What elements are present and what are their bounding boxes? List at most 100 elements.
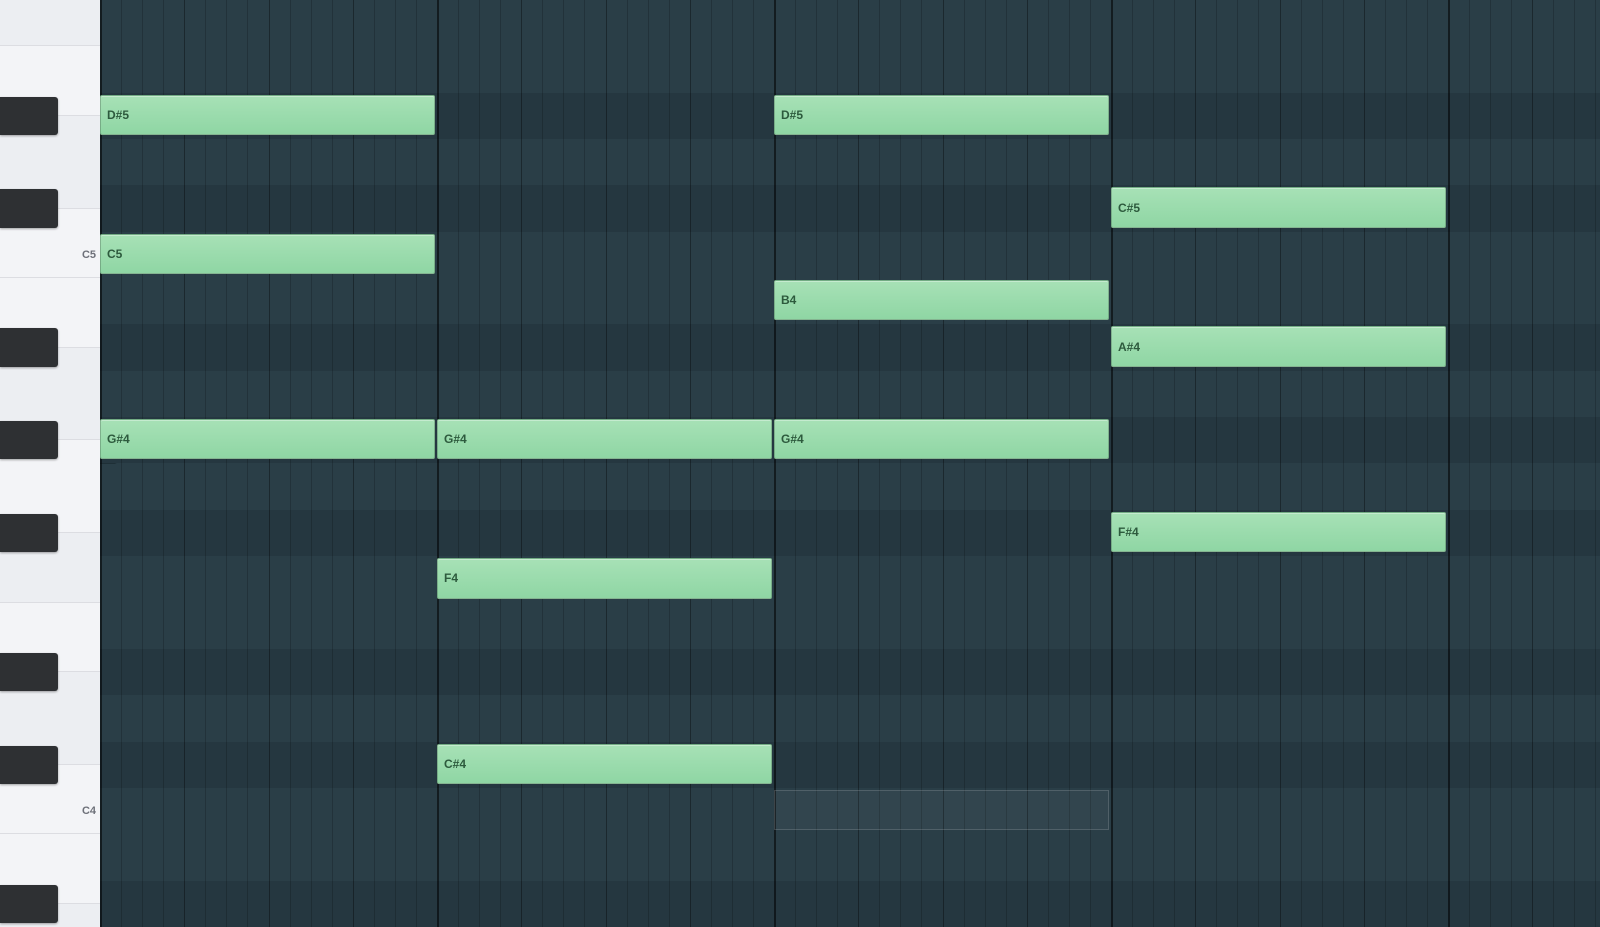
midi-note[interactable]: D#5 [100, 95, 435, 135]
gridline [1511, 0, 1512, 927]
gridline [1258, 0, 1259, 927]
gridline [690, 0, 691, 927]
gridline [332, 0, 333, 927]
gridline [985, 0, 986, 927]
gridline [816, 0, 817, 927]
grid-row[interactable] [100, 834, 1600, 880]
black-key[interactable] [0, 189, 58, 227]
gridline [142, 0, 143, 927]
gridline [1448, 0, 1450, 927]
gridline [1427, 0, 1428, 927]
gridline [374, 0, 375, 927]
gridline [795, 0, 796, 927]
grid-row[interactable] [100, 0, 1600, 47]
gridline [100, 0, 102, 927]
gridline [1385, 0, 1386, 927]
midi-note[interactable]: G#4 [774, 419, 1109, 459]
gridline [290, 0, 291, 927]
grid-row[interactable] [100, 649, 1600, 695]
gridline [1322, 0, 1323, 927]
midi-note[interactable]: D#5 [774, 95, 1109, 135]
gridline [921, 0, 922, 927]
grid-row[interactable] [100, 742, 1600, 788]
grid-row[interactable] [100, 371, 1600, 417]
midi-note[interactable]: G#4 [437, 419, 772, 459]
gridline [669, 0, 670, 927]
gridline [606, 0, 607, 927]
gridline [1195, 0, 1196, 927]
midi-note[interactable]: F#4 [1111, 512, 1446, 552]
gridline [163, 0, 164, 927]
gridline [900, 0, 901, 927]
gridline [205, 0, 206, 927]
gridline [1343, 0, 1344, 927]
grid-row[interactable] [100, 695, 1600, 741]
piano-roll: C5C4C3 D#5C5G#4G#3G#4F4C#4C#3D#5B4G#4G#3… [0, 0, 1600, 927]
gridline [1553, 0, 1554, 927]
note-grid[interactable]: D#5C5G#4G#3G#4F4C#4C#3D#5B4G#4G#3C#5A#4F… [100, 0, 1600, 927]
midi-note[interactable]: C5 [100, 234, 435, 274]
gridline [521, 0, 522, 927]
gridline [311, 0, 312, 927]
gridline [1216, 0, 1217, 927]
gridline [1280, 0, 1281, 927]
gridline [627, 0, 628, 927]
midi-note[interactable]: G#4 [100, 419, 435, 459]
gridline [458, 0, 459, 927]
grid-row[interactable] [100, 881, 1600, 927]
black-key[interactable] [0, 746, 58, 784]
gridline [226, 0, 227, 927]
gridline [1132, 0, 1133, 927]
gridline [353, 0, 354, 927]
midi-note[interactable]: F4 [437, 558, 772, 598]
gridline [1027, 0, 1028, 927]
midi-note[interactable]: C#4 [437, 744, 772, 784]
grid-row[interactable] [100, 556, 1600, 603]
gridline [837, 0, 838, 927]
gridline [121, 0, 122, 927]
gridline [269, 0, 270, 927]
gridline [1532, 0, 1533, 927]
gridline [184, 0, 185, 927]
grid-row[interactable] [100, 464, 1600, 510]
gridline [1069, 0, 1070, 927]
gridline [1006, 0, 1007, 927]
grid-row[interactable] [100, 139, 1600, 185]
gridline [732, 0, 733, 927]
midi-note[interactable]: C#5 [1111, 187, 1446, 227]
gridline [858, 0, 859, 927]
black-key[interactable] [0, 653, 58, 691]
piano-keyboard[interactable]: C5C4C3 [0, 0, 100, 927]
gridline [711, 0, 712, 927]
gridline [500, 0, 501, 927]
gridline [964, 0, 965, 927]
gridline [1174, 0, 1175, 927]
gridline [1153, 0, 1154, 927]
black-key[interactable] [0, 514, 58, 552]
gridline [395, 0, 396, 927]
gridline [247, 0, 248, 927]
grid-row[interactable] [100, 46, 1600, 92]
gridline [1048, 0, 1049, 927]
grid-row[interactable] [100, 603, 1600, 649]
black-key[interactable] [0, 97, 58, 135]
gridline [753, 0, 754, 927]
gridline [563, 0, 564, 927]
gridline [774, 0, 776, 927]
midi-note[interactable]: A#4 [1111, 326, 1446, 366]
black-key[interactable] [0, 328, 58, 366]
black-key[interactable] [0, 885, 58, 923]
gridline [437, 0, 439, 927]
white-key[interactable] [0, 0, 100, 46]
midi-note[interactable]: B4 [774, 280, 1109, 320]
gridline [648, 0, 649, 927]
gridline [943, 0, 944, 927]
gridline [879, 0, 880, 927]
gridline [1090, 0, 1091, 927]
gridline [584, 0, 585, 927]
gridline [1595, 0, 1596, 927]
black-key[interactable] [0, 421, 58, 459]
gridline [1237, 0, 1238, 927]
gridline [1574, 0, 1575, 927]
octave-label: C5 [82, 249, 96, 261]
